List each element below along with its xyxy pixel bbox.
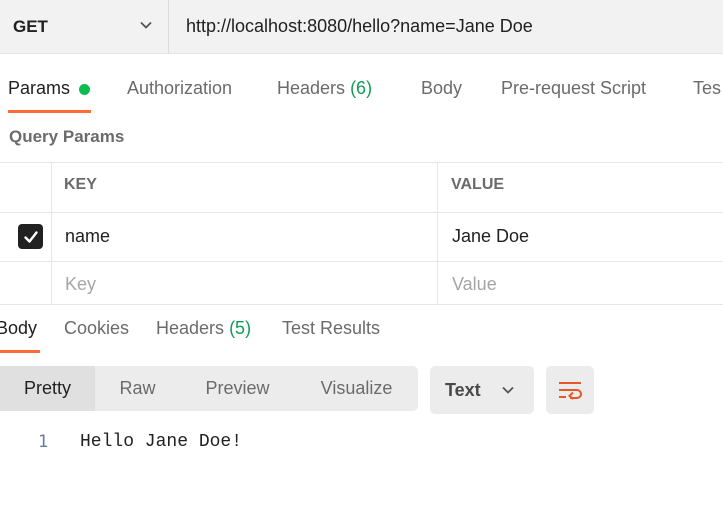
view-mode-selector: Pretty Raw Preview Visualize — [0, 366, 418, 411]
query-params-title: Query Params — [9, 127, 125, 146]
new-key-input[interactable]: Key — [65, 274, 96, 295]
column-divider — [51, 162, 52, 305]
method-label: GET — [13, 16, 48, 36]
wrap-lines-button[interactable] — [546, 366, 594, 414]
tab-tests[interactable]: Tes — [693, 78, 721, 99]
table-divider — [0, 162, 723, 163]
response-tab-headers-label: Headers — [156, 318, 225, 338]
headers-count: (6) — [350, 78, 373, 98]
table-divider — [0, 212, 723, 213]
query-params-table: KEY VALUE name Jane Doe Key Value — [0, 162, 723, 305]
param-value-cell[interactable]: Jane Doe — [452, 226, 529, 247]
column-header-key: KEY — [64, 176, 97, 193]
view-mode-visualize[interactable]: Visualize — [305, 366, 408, 411]
response-headers-count: (5) — [229, 318, 252, 338]
new-value-input[interactable]: Value — [452, 274, 497, 295]
view-mode-raw[interactable]: Raw — [100, 366, 175, 411]
table-divider — [0, 304, 723, 305]
tab-params-label: Params — [8, 78, 71, 98]
column-header-value: VALUE — [451, 176, 505, 193]
param-enabled-checkbox[interactable] — [18, 224, 43, 249]
tab-authorization[interactable]: Authorization — [127, 78, 232, 99]
active-tab-underline — [8, 110, 91, 113]
line-number: 1 — [38, 432, 49, 452]
active-response-tab-underline — [0, 350, 40, 353]
view-mode-pretty[interactable]: Pretty — [0, 366, 95, 411]
column-divider — [437, 162, 438, 305]
request-bar: GET http://localhost:8080/hello?name=Jan… — [0, 0, 723, 54]
response-tab-headers[interactable]: Headers (5) — [156, 318, 251, 339]
tab-headers-label: Headers — [277, 78, 346, 98]
table-divider — [0, 261, 723, 262]
params-active-indicator — [79, 84, 90, 95]
tab-body[interactable]: Body — [421, 78, 462, 99]
tab-params[interactable]: Params — [8, 78, 70, 99]
tab-headers[interactable]: Headers (6) — [277, 78, 372, 99]
format-dropdown[interactable]: Text — [430, 366, 534, 414]
method-select[interactable]: GET — [0, 0, 169, 53]
wrap-lines-icon — [559, 382, 582, 400]
param-key-cell[interactable]: name — [65, 226, 110, 247]
url-input[interactable]: http://localhost:8080/hello?name=Jane Do… — [186, 0, 533, 53]
chevron-down-icon — [140, 21, 152, 29]
response-tab-test-results[interactable]: Test Results — [282, 318, 380, 339]
view-mode-preview[interactable]: Preview — [190, 366, 285, 411]
response-body-line: Hello Jane Doe! — [80, 432, 243, 452]
tab-pre-request-script[interactable]: Pre-request Script — [501, 78, 646, 99]
check-icon — [23, 230, 38, 243]
format-label: Text — [445, 379, 481, 400]
response-tab-cookies[interactable]: Cookies — [64, 318, 129, 339]
response-tab-body[interactable]: Body — [0, 318, 37, 339]
chevron-down-icon — [502, 386, 514, 394]
